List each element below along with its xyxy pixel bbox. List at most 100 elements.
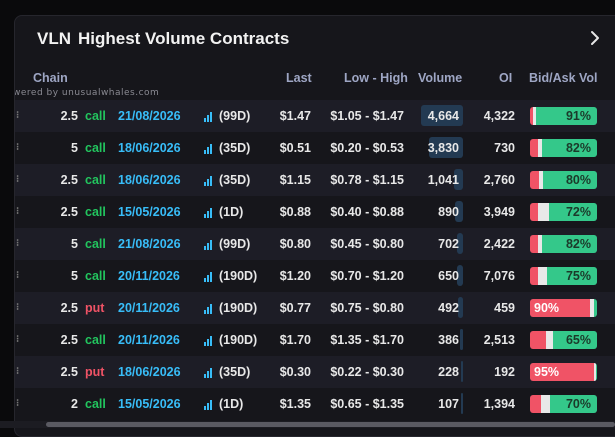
- col-bid-ask-vol[interactable]: Bid/Ask Vol: [529, 71, 598, 85]
- expiry-date-link[interactable]: 20/11/2026: [118, 333, 180, 347]
- row-menu-icon[interactable]: ⁝: [16, 398, 19, 409]
- row-menu-icon[interactable]: ⁝: [16, 366, 19, 377]
- chart-icon[interactable]: [204, 368, 214, 378]
- expiry-date-link[interactable]: 20/11/2026: [118, 301, 180, 315]
- bid-segment: [530, 171, 540, 189]
- scrollbar-thumb[interactable]: [46, 422, 615, 427]
- chart-icon[interactable]: [204, 400, 214, 410]
- expiry-date-link[interactable]: 18/06/2026: [118, 141, 181, 155]
- bid-segment: [530, 331, 547, 349]
- col-volume[interactable]: Volume: [418, 71, 462, 85]
- expiry-date-link[interactable]: 15/05/2026: [118, 397, 181, 411]
- strike-price: 2.5: [60, 333, 78, 347]
- volume-value: 650: [438, 269, 459, 283]
- volume-bar: [461, 393, 463, 414]
- highest-volume-card: VLN Highest Volume Contracts Chain Last …: [14, 15, 615, 437]
- bid-segment: [530, 235, 539, 253]
- volume-value: 492: [438, 301, 459, 315]
- mid-segment: [546, 331, 554, 349]
- bid-ask-percent: 65%: [565, 333, 591, 347]
- strike-price: 2.5: [60, 109, 78, 123]
- row-menu-icon[interactable]: ⁝: [16, 238, 19, 249]
- open-interest: 2,513: [483, 333, 515, 347]
- ticker-symbol[interactable]: VLN: [37, 29, 71, 49]
- option-type: put: [85, 365, 105, 379]
- row-menu-icon[interactable]: ⁝: [16, 334, 19, 345]
- option-type: call: [85, 269, 106, 283]
- table-row[interactable]: ⁝ 2 call 15/05/2026 (1D) $1.35 $0.65 - $1.35 10…: [15, 388, 615, 420]
- expiry-date-link[interactable]: 18/06/2026: [118, 173, 181, 187]
- last-price: $0.51: [279, 141, 311, 155]
- bid-ask-bar: 72%: [530, 203, 597, 221]
- row-menu-icon[interactable]: ⁝: [16, 174, 19, 185]
- col-chain[interactable]: Chain: [33, 71, 68, 85]
- low-high-range: $0.75 - $0.80: [330, 301, 404, 315]
- row-menu-icon[interactable]: ⁝: [16, 142, 19, 153]
- table-row[interactable]: ⁝ 5 call 20/11/2026 (190D) $1.20 $0.70 - $1.20…: [15, 260, 615, 292]
- volume-value: 3,830: [427, 141, 459, 155]
- expiry-date-link[interactable]: 18/06/2026: [118, 365, 181, 379]
- bid-ask-percent: 90%: [534, 301, 560, 315]
- volume-value: 4,664: [427, 109, 459, 123]
- open-interest: 730: [494, 141, 515, 155]
- table-row[interactable]: ⁝ 5 call 18/06/2026 (35D) $0.51 $0.20 - $0.53 3…: [15, 132, 615, 164]
- chart-icon[interactable]: [204, 240, 214, 250]
- days-to-expiry: (1D): [219, 397, 244, 411]
- table-row[interactable]: ⁝ 2.5 put 18/06/2026 (35D) $0.30 $0.22 - $0.30…: [15, 356, 615, 388]
- bid-ask-percent: 75%: [565, 269, 591, 283]
- expiry-date-link[interactable]: 15/05/2026: [118, 205, 181, 219]
- table-row[interactable]: ⁝ 2.5 call 21/08/2026 (99D) $1.47 $1.05 - $1.4…: [15, 100, 615, 132]
- card-header: VLN Highest Volume Contracts: [15, 16, 615, 62]
- bid-ask-percent: 72%: [565, 205, 591, 219]
- volume-value: 702: [438, 237, 459, 251]
- days-to-expiry: (190D): [219, 269, 258, 283]
- open-interest: 1,394: [483, 397, 515, 411]
- card-title: Highest Volume Contracts: [78, 29, 290, 48]
- chart-icon[interactable]: [204, 336, 214, 346]
- bid-ask-bar: 65%: [530, 331, 597, 349]
- table-header: Chain Last Low - High Volume OI Bid/Ask …: [15, 62, 615, 100]
- col-low-high[interactable]: Low - High: [344, 71, 408, 85]
- expiry-date-link[interactable]: 20/11/2026: [118, 269, 180, 283]
- strike-price: 2.5: [60, 205, 78, 219]
- row-menu-icon[interactable]: ⁝: [16, 110, 19, 121]
- row-menu-icon[interactable]: ⁝: [16, 302, 19, 313]
- col-oi[interactable]: OI: [499, 71, 512, 85]
- low-high-range: $0.78 - $1.15: [330, 173, 404, 187]
- bid-ask-percent: 70%: [565, 397, 591, 411]
- chart-icon[interactable]: [204, 176, 214, 186]
- horizontal-scrollbar[interactable]: [0, 421, 615, 428]
- expiry-date-link[interactable]: 21/08/2026: [118, 109, 181, 123]
- table-row[interactable]: ⁝ 2.5 call 20/11/2026 (190D) $1.70 $1.35 - $1.…: [15, 324, 615, 356]
- chart-icon[interactable]: [204, 144, 214, 154]
- chart-icon[interactable]: [204, 272, 214, 282]
- table-row[interactable]: ⁝ 2.5 put 20/11/2026 (190D) $0.77 $0.75 - $0.8…: [15, 292, 615, 324]
- volume-bar: [460, 361, 463, 382]
- expiry-date-link[interactable]: 21/08/2026: [118, 237, 181, 251]
- option-type: call: [85, 141, 106, 155]
- chevron-right-icon[interactable]: [585, 26, 605, 50]
- open-interest: 2,760: [483, 173, 515, 187]
- option-type: call: [85, 397, 106, 411]
- volume-value: 1,041: [427, 173, 459, 187]
- bid-ask-bar: 80%: [530, 171, 597, 189]
- chart-icon[interactable]: [204, 208, 214, 218]
- open-interest: 7,076: [483, 269, 515, 283]
- chart-icon[interactable]: [204, 304, 214, 314]
- strike-price: 5: [71, 269, 78, 283]
- bid-segment: [530, 395, 541, 413]
- col-last[interactable]: Last: [286, 71, 312, 85]
- row-menu-icon[interactable]: ⁝: [16, 206, 19, 217]
- row-menu-icon[interactable]: ⁝: [16, 270, 19, 281]
- low-high-range: $1.35 - $1.70: [330, 333, 404, 347]
- bid-ask-bar: 70%: [530, 395, 597, 413]
- low-high-range: $1.05 - $1.47: [330, 109, 404, 123]
- table-row[interactable]: ⁝ 5 call 21/08/2026 (99D) $0.80 $0.45 - $0.80 7…: [15, 228, 615, 260]
- bid-ask-percent: 95%: [534, 365, 560, 379]
- last-price: $1.47: [279, 109, 311, 123]
- bid-ask-percent: 91%: [565, 109, 591, 123]
- table-row[interactable]: ⁝ 2.5 call 18/06/2026 (35D) $1.15 $0.78 - $1.1…: [15, 164, 615, 196]
- chart-icon[interactable]: [204, 112, 214, 122]
- table-row[interactable]: ⁝ 2.5 call 15/05/2026 (1D) $0.88 $0.40 - $0.88…: [15, 196, 615, 228]
- open-interest: 4,322: [483, 109, 515, 123]
